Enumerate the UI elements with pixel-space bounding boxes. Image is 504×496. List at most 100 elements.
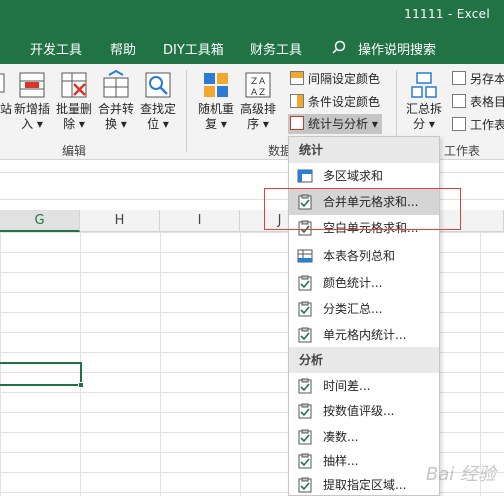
menu-item-in-cell-stats[interactable]: 单元格内统计... [289,322,439,348]
menu-section-stats: 统计 [289,137,439,163]
menu-item-multi-area-sum[interactable]: 多区域求和 [289,163,439,189]
subtotal-label: 分类汇总... [323,302,383,316]
random-repeat-icon [201,70,231,100]
highlight-annotation [264,188,461,230]
interval-color-button[interactable]: 间隔设定颜色 [290,70,380,88]
svg-text:Z: Z [251,77,257,87]
summary-split-icon [409,70,439,100]
svg-text:Z: Z [259,88,265,98]
make-up-number-label: 凑数... [323,430,359,444]
search-icon[interactable] [332,40,346,54]
extract-range-label: 提取指定区域... [323,478,407,492]
multi-area-sum-icon [297,169,313,183]
worksheet-button[interactable]: 工作表 [452,116,504,134]
clipboard-check-icon [298,378,312,394]
window-title: 11111 - Excel [404,7,490,21]
tab-finance-tools[interactable]: 财务工具 [250,39,302,58]
add-insert-label: 新增插 [13,102,50,116]
interval-color-label: 间隔设定颜色 [308,72,381,86]
condition-color-label: 条件设定颜色 [308,95,381,109]
save-as-button[interactable]: 另存本 [452,70,504,88]
summary-split-label-2: 分 ▾ [413,117,435,131]
clipboard-check-icon [298,477,312,493]
stats-analysis-icon [290,116,304,130]
title-bar: 11111 - Excel [0,0,504,30]
condition-color-icon [290,94,304,108]
merge-convert-icon [101,69,131,100]
group-label-worksheet: 工作表 [444,144,481,158]
clipboard-check-icon [298,453,312,469]
find-locate-button[interactable]: 查找定 位 ▾ [138,70,178,132]
clipboard-check-icon [298,275,312,291]
worksheet-icon [452,117,466,131]
condition-color-button[interactable]: 条件设定颜色 [290,93,380,111]
summary-split-button[interactable]: 汇总拆 分 ▾ [404,70,444,132]
sort-az-icon: Z A A Z [243,70,273,100]
watermark: Bai 经验 [425,464,496,485]
merge-convert-label: 合并转 [97,102,134,116]
add-insert-label-2: 入 ▾ [21,117,43,131]
random-repeat-label: 随机重 [197,102,234,116]
selected-cell[interactable] [0,362,82,386]
table-directory-button[interactable]: 表格目 [452,93,504,111]
interval-color-icon [290,71,304,85]
menu-item-color-stats[interactable]: 颜色统计... [289,270,439,296]
value-rating-label: 按数值评级... [323,404,395,418]
advanced-sort-button[interactable]: Z A A Z 高级排 序 ▾ [238,70,278,132]
paste-button-partial[interactable]: 站 [0,70,12,117]
batch-delete-icon [59,70,89,100]
advanced-sort-label-2: 序 ▾ [247,117,269,131]
table-sum-icon [297,249,313,263]
sampling-label: 抽样... [323,454,359,468]
menu-section-analysis: 分析 [289,347,439,373]
column-header-h[interactable]: H [80,210,160,232]
time-diff-label: 时间差... [323,379,371,393]
stats-analysis-label: 统计与分析 ▾ [308,117,378,131]
find-locate-label: 查找定 [139,102,176,116]
find-locate-label-2: 位 ▾ [147,117,169,131]
fill-handle[interactable] [78,382,84,388]
menu-item-column-totals[interactable]: 本表各列总和 [289,243,439,269]
clipboard-check-icon [298,327,312,343]
menu-item-time-diff[interactable]: 时间差... [289,373,439,399]
random-repeat-label-2: 复 ▾ [205,117,227,131]
batch-delete-button[interactable]: 批量删 除 ▾ [54,70,94,132]
svg-text:A: A [251,88,258,98]
table-directory-icon [452,94,466,108]
find-locate-icon [143,70,173,100]
in-cell-stats-label: 单元格内统计... [323,328,407,342]
menu-item-subtotal[interactable]: 分类汇总... [289,296,439,322]
tab-help[interactable]: 帮助 [110,39,136,58]
batch-delete-label-2: 除 ▾ [63,117,85,131]
color-stats-label: 颜色统计... [323,276,383,290]
save-as-icon [452,71,466,85]
column-header-i[interactable]: I [160,210,240,232]
column-totals-label: 本表各列总和 [323,249,396,263]
tab-tell-me[interactable]: 操作说明搜索 [358,39,436,58]
batch-delete-label: 批量删 [55,102,92,116]
column-header-g[interactable]: G [0,210,80,232]
clipboard-check-icon [298,429,312,445]
tab-diy-toolbox[interactable]: DIY工具箱 [163,39,224,58]
summary-split-label: 汇总拆 [405,102,442,116]
merge-convert-button[interactable]: 合并转 换 ▾ [96,69,136,132]
multi-area-sum-label: 多区域求和 [323,169,384,183]
worksheet-label: 工作表 [470,118,504,132]
add-insert-button[interactable]: 新增插 入 ▾ [12,70,52,132]
stats-analysis-button[interactable]: 统计与分析 ▾ [288,114,382,134]
paste-label: 站 [0,102,13,116]
menu-item-make-up-number[interactable]: 凑数... [289,424,439,450]
menu-item-extract-range[interactable]: 提取指定区域... [289,472,439,496]
tab-developer[interactable]: 开发工具 [30,39,82,58]
svg-text:A: A [259,77,266,87]
ribbon-tabs: 开发工具 帮助 DIY工具箱 财务工具 操作说明搜索 [0,30,504,64]
advanced-sort-label: 高级排 [239,102,276,116]
insert-rows-icon [17,70,47,100]
menu-item-sampling[interactable]: 抽样... [289,448,439,474]
group-label-edit: 编辑 [62,144,87,158]
clipboard-check-icon [298,301,312,317]
menu-item-value-rating[interactable]: 按数值评级... [289,398,439,424]
random-repeat-button[interactable]: 随机重 复 ▾ [196,70,236,132]
save-as-label: 另存本 [470,72,504,86]
clipboard-check-icon [298,403,312,419]
